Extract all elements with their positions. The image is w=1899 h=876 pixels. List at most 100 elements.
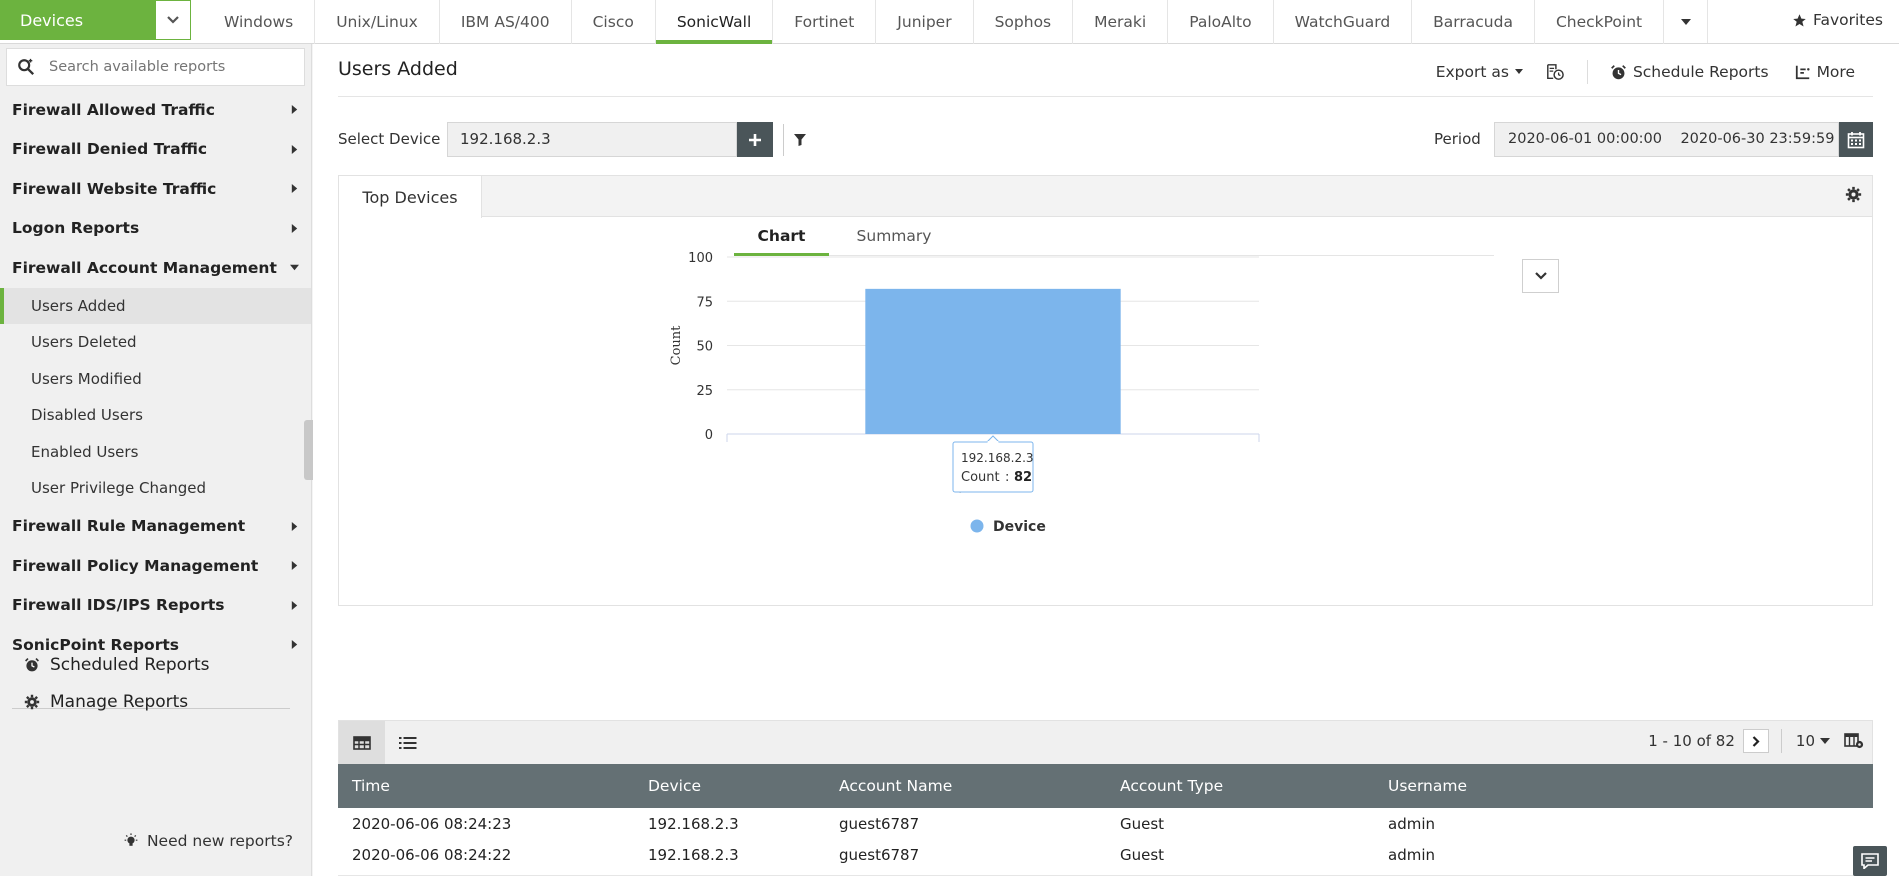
add-device-button[interactable] (737, 122, 773, 157)
manage-reports-link[interactable]: Manage Reports (24, 692, 188, 712)
gear-icon (24, 694, 40, 710)
sidebar-group-firewall-rule-management[interactable]: Firewall Rule Management (0, 507, 311, 547)
sidebar-item-label: Users Deleted (31, 333, 137, 352)
tab-fortinet[interactable]: Fortinet (773, 0, 877, 44)
document-clock-icon (1547, 64, 1564, 80)
app-window: Devices Windows Unix/Linux IBM AS/400 Cisco… (0, 0, 1899, 876)
report-menu: Firewall Allowed Traffic Firewall Denied … (0, 90, 311, 665)
caret-down-icon (1514, 69, 1523, 74)
sidebar-group-label: Firewall IDS/IPS Reports (12, 596, 225, 615)
list-view-button[interactable] (385, 721, 431, 765)
report-history-button[interactable] (1545, 63, 1565, 81)
column-header-username[interactable]: Username (1388, 764, 1467, 808)
y-tick-label: 25 (696, 384, 713, 399)
schedule-reports-button[interactable]: Schedule Reports (1610, 63, 1769, 81)
column-header-time[interactable]: Time (352, 764, 390, 808)
calendar-icon (1847, 131, 1865, 148)
caret-down-icon (1680, 18, 1691, 25)
table-row[interactable]: 2020-06-06 08:24:22 192.168.2.3 guest6787 G… (338, 839, 1873, 876)
sidebar-item-disabled-users[interactable]: Disabled Users (0, 397, 311, 434)
caret-right-icon (291, 223, 298, 233)
sidebar-group-firewall-account-management[interactable]: Firewall Account Management (0, 248, 311, 288)
table-view-button[interactable] (339, 721, 385, 765)
column-header-account-type[interactable]: Account Type (1120, 764, 1223, 808)
tab-sonicwall[interactable]: SonicWall (655, 0, 774, 44)
y-tick-label: 0 (705, 428, 713, 443)
sidebar-item-users-added[interactable]: Users Added (0, 287, 311, 324)
scheduled-reports-link[interactable]: Scheduled Reports (24, 655, 210, 675)
sidebar-item-label: Users Added (31, 296, 126, 315)
page-range: 1 - 10 of 82 (1648, 732, 1735, 750)
bar-chart: 0255075100Count19192.168.2.3Count:82Devi… (669, 251, 1260, 535)
filter-button[interactable] (783, 124, 815, 156)
sidebar-group-label: Firewall Policy Management (12, 556, 259, 575)
sidebar-group-firewall-ids-ips-reports[interactable]: Firewall IDS/IPS Reports (0, 586, 311, 626)
sidebar-group-firewall-denied-traffic[interactable]: Firewall Denied Traffic (0, 130, 311, 170)
pagination: 1 - 10 of 82 10 (1648, 729, 1864, 753)
tab-sophos[interactable]: Sophos (974, 0, 1074, 44)
y-axis-label: Count (669, 325, 684, 366)
tab-windows[interactable]: Windows (203, 0, 316, 44)
more-vendors-dropdown[interactable] (1664, 0, 1709, 43)
list-icon (399, 737, 417, 749)
filter-icon (793, 134, 806, 146)
table-icon (353, 736, 371, 750)
need-new-reports-link[interactable]: Need new reports? (123, 832, 293, 850)
next-page-button[interactable] (1742, 729, 1769, 753)
tab-cisco[interactable]: Cisco (572, 0, 656, 44)
sidebar-group-firewall-website-traffic[interactable]: Firewall Website Traffic (0, 169, 311, 209)
vendor-tabs: Windows Unix/Linux IBM AS/400 Cisco SonicWal… (203, 0, 1665, 44)
devices-button[interactable]: Devices (0, 0, 155, 40)
sidebar-group-firewall-allowed-traffic[interactable]: Firewall Allowed Traffic (0, 90, 311, 130)
y-tick-label: 100 (688, 251, 713, 266)
tab-unix-linux[interactable]: Unix/Linux (315, 0, 440, 44)
tab-juniper[interactable]: Juniper (876, 0, 974, 44)
table-toolbar: 1 - 10 of 82 10 (338, 720, 1873, 765)
tooltip-title: 192.168.2.3 (961, 451, 1034, 465)
plus-icon (749, 133, 761, 146)
sidebar-group-label: Firewall Allowed Traffic (12, 100, 215, 119)
sidebar-collapse-handle[interactable] (304, 420, 313, 480)
sidebar-item-label: Enabled Users (31, 442, 139, 461)
caret-right-icon (291, 561, 298, 571)
table-cell: 2020-06-06 08:24:23 (352, 814, 512, 833)
sidebar-group-label: Firewall Website Traffic (12, 179, 217, 198)
search-icon (18, 58, 35, 76)
sidebar-group-firewall-policy-management[interactable]: Firewall Policy Management (0, 546, 311, 586)
favorites-button[interactable]: Favorites (1792, 11, 1883, 29)
table-cell: admin (1388, 814, 1435, 833)
period-field[interactable]: 2020-06-01 00:00:00 2020-06-30 23:59:59 (1494, 122, 1839, 157)
table-cell: Guest (1120, 845, 1165, 864)
report-toolbar: Export as Schedule Reports More (1436, 60, 1855, 84)
sidebar-item-user-privilege-changed[interactable]: User Privilege Changed (0, 470, 311, 507)
column-header-device[interactable]: Device (648, 764, 701, 808)
column-chooser-button[interactable] (1844, 733, 1864, 749)
more-options-icon (1795, 65, 1810, 80)
tab-checkpoint[interactable]: CheckPoint (1535, 0, 1665, 44)
table-cell: Guest (1120, 814, 1165, 833)
caret-right-icon (291, 184, 298, 194)
device-field[interactable]: 192.168.2.3 (447, 122, 737, 157)
chevron-down-icon (167, 16, 179, 24)
sidebar-group-label: Firewall Rule Management (12, 517, 246, 536)
sidebar: Firewall Allowed Traffic Firewall Denied … (0, 44, 313, 876)
calendar-button[interactable] (1839, 122, 1873, 157)
tab-watchguard[interactable]: WatchGuard (1274, 0, 1413, 44)
tab-meraki[interactable]: Meraki (1073, 0, 1169, 44)
sidebar-item-users-deleted[interactable]: Users Deleted (0, 324, 311, 361)
sidebar-group-logon-reports[interactable]: Logon Reports (0, 209, 311, 249)
tab-paloalto[interactable]: PaloAlto (1168, 0, 1274, 44)
sidebar-item-users-modified[interactable]: Users Modified (0, 361, 311, 398)
devices-dropdown-toggle[interactable] (155, 0, 191, 40)
tab-barracuda[interactable]: Barracuda (1412, 0, 1535, 44)
column-header-account-name[interactable]: Account Name (839, 764, 952, 808)
sidebar-item-enabled-users[interactable]: Enabled Users (0, 434, 311, 471)
tab-ibm-as-400[interactable]: IBM AS/400 (440, 0, 572, 44)
tooltip-colon: : (1005, 470, 1009, 485)
search-input[interactable] (49, 59, 289, 75)
export-as-button[interactable]: Export as (1436, 63, 1523, 81)
table-cell: 192.168.2.3 (648, 814, 739, 833)
page-size-select[interactable]: 10 (1796, 732, 1830, 750)
chat-button[interactable] (1853, 846, 1887, 876)
more-button[interactable]: More (1795, 63, 1855, 81)
